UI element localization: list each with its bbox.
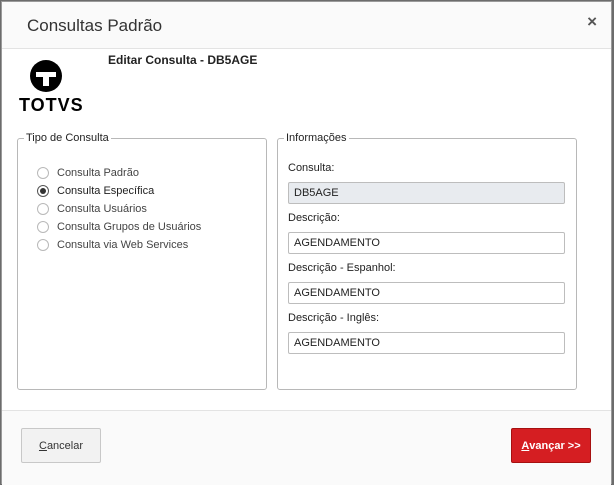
radio-icon[interactable] <box>37 239 49 251</box>
descricao-ingles-label: Descrição - Inglês: <box>288 312 380 324</box>
information-legend: Informações <box>286 132 347 144</box>
radio-label: Consulta via Web Services <box>57 239 189 251</box>
descricao-field[interactable] <box>288 232 565 254</box>
dialog-title: Consultas Padrão <box>27 16 163 35</box>
descricao-ingles-field[interactable] <box>288 332 565 354</box>
radio-icon[interactable] <box>37 221 49 233</box>
radio-selected-icon[interactable] <box>37 185 49 197</box>
information-group: Informações Consulta: Descrição: Descriç… <box>277 132 577 390</box>
dialog-titlebar: Consultas Padrão × <box>2 2 611 49</box>
cancel-accesskey: C <box>38 439 47 452</box>
close-icon[interactable]: × <box>587 12 597 32</box>
descricao-label: Descrição: <box>288 212 340 224</box>
radio-label: Consulta Usuários <box>57 203 147 215</box>
radio-icon[interactable] <box>37 203 49 215</box>
query-type-group: Tipo de Consulta Consulta Padrão Consult… <box>17 132 267 390</box>
consultas-dialog: Consultas Padrão × TOTVS Editar Consulta… <box>1 1 612 485</box>
next-label: vançar >> <box>529 439 581 452</box>
radio-consulta-web-services[interactable]: Consulta via Web Services <box>37 237 188 253</box>
next-accesskey: A <box>521 439 530 452</box>
radio-label: Consulta Específica <box>57 185 155 197</box>
descricao-espanhol-field[interactable] <box>288 282 565 304</box>
dialog-footer: Cancelar Avançar >> <box>2 410 611 485</box>
consulta-label: Consulta: <box>288 162 335 174</box>
query-type-legend: Tipo de Consulta <box>26 132 109 144</box>
consulta-field[interactable] <box>288 182 565 204</box>
cancel-label: ancelar <box>46 439 84 452</box>
radio-consulta-especifica[interactable]: Consulta Específica <box>37 183 154 199</box>
radio-label: Consulta Padrão <box>57 167 139 179</box>
radio-icon[interactable] <box>37 167 49 179</box>
edit-query-subtitle: Editar Consulta - DB5AGE <box>108 53 258 67</box>
cancel-button[interactable]: Cancelar <box>21 428 101 463</box>
radio-consulta-usuarios[interactable]: Consulta Usuários <box>37 201 147 217</box>
radio-label: Consulta Grupos de Usuários <box>57 221 202 233</box>
logo-text: TOTVS <box>19 95 84 115</box>
descricao-espanhol-label: Descrição - Espanhol: <box>288 262 396 274</box>
next-button[interactable]: Avançar >> <box>511 428 591 463</box>
radio-consulta-grupos[interactable]: Consulta Grupos de Usuários <box>37 219 201 235</box>
radio-consulta-padrao[interactable]: Consulta Padrão <box>37 165 139 181</box>
